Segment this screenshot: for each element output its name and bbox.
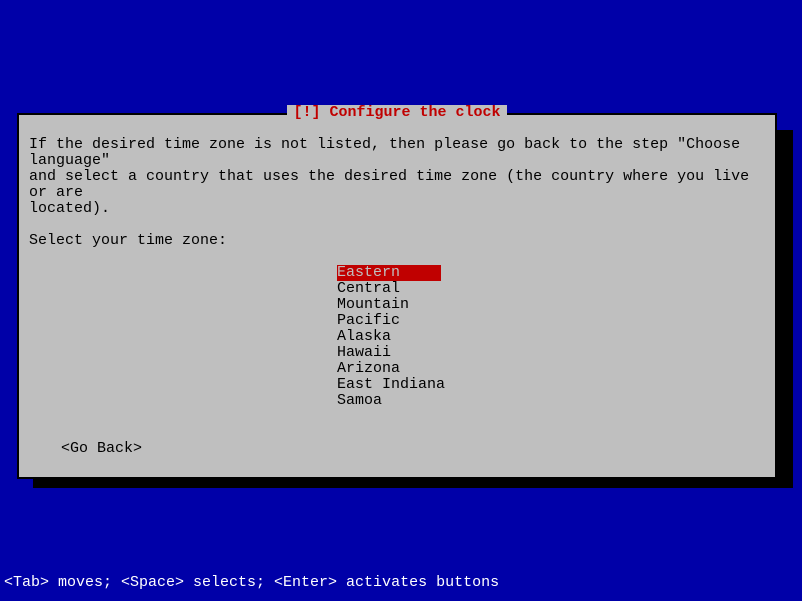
timezone-option-alaska[interactable]: Alaska (337, 328, 391, 345)
dialog-title-wrap: [!] Configure the clock (19, 105, 775, 121)
timezone-option-mountain[interactable]: Mountain (337, 296, 409, 313)
help-line-1: If the desired time zone is not listed, … (29, 136, 749, 169)
help-line-3: located). (29, 200, 110, 217)
dialog-title: [!] Configure the clock (287, 105, 506, 121)
timezone-list[interactable]: Eastern Central Mountain Pacific Alaska … (337, 265, 457, 409)
help-text: If the desired time zone is not listed, … (29, 137, 765, 217)
timezone-option-samoa[interactable]: Samoa (337, 392, 382, 409)
timezone-option-arizona[interactable]: Arizona (337, 360, 400, 377)
timezone-option-eastern[interactable]: Eastern (337, 265, 441, 281)
timezone-option-hawaii[interactable]: Hawaii (337, 344, 391, 361)
help-line-2: and select a country that uses the desir… (29, 168, 758, 201)
go-back-button[interactable]: <Go Back> (61, 441, 765, 457)
config-clock-dialog: [!] Configure the clock If the desired t… (17, 113, 777, 479)
timezone-option-pacific[interactable]: Pacific (337, 312, 400, 329)
timezone-option-central[interactable]: Central (337, 280, 400, 297)
footer-hint: <Tab> moves; <Space> selects; <Enter> ac… (4, 575, 499, 591)
timezone-option-east-indiana[interactable]: East Indiana (337, 376, 445, 393)
timezone-prompt: Select your time zone: (29, 233, 765, 249)
